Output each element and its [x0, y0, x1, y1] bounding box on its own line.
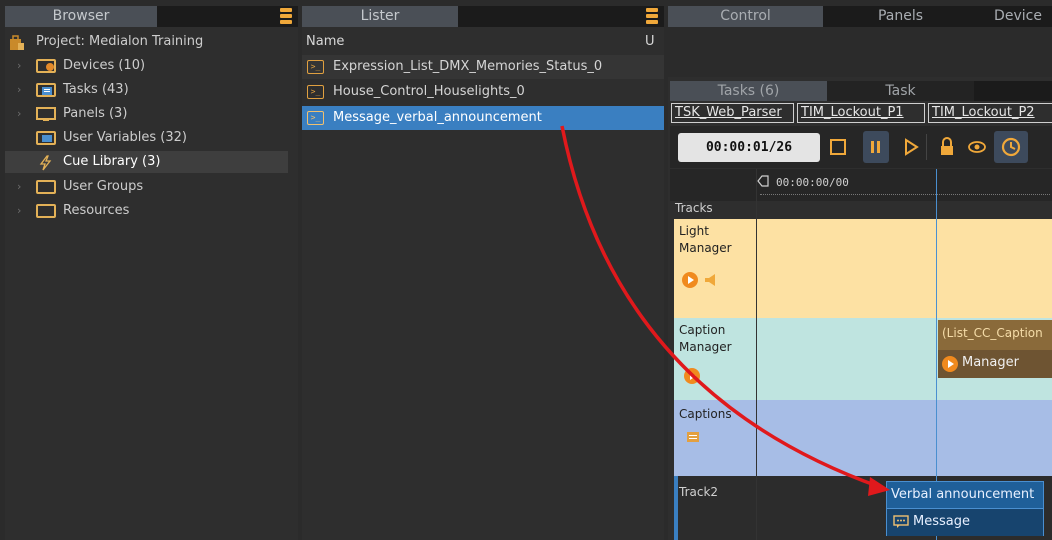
tab-task[interactable]: Task [827, 81, 974, 101]
browser-title: Browser [5, 6, 157, 27]
pause-button[interactable] [863, 131, 889, 163]
task-chip[interactable]: TIM_Lockout_P1 [797, 103, 925, 123]
lightning-icon [38, 155, 58, 171]
lister-title: Lister [302, 6, 458, 27]
browser-header-filler [157, 6, 298, 27]
folder-icon [36, 204, 56, 218]
lister-panel: Lister Name U >_ Expression_List_DMX_Mem… [302, 6, 664, 540]
folder-icon [36, 180, 56, 194]
tree-item-devices[interactable]: › Devices (10) [5, 55, 298, 77]
history-icon[interactable] [994, 131, 1028, 163]
tasks-folder-icon [36, 83, 56, 97]
caption-icon [686, 430, 700, 448]
expression-icon: >_ [307, 111, 324, 125]
track-captions[interactable]: Captions [674, 400, 1052, 476]
cue-verbal-block[interactable]: Verbal announcement Message [886, 481, 1044, 536]
chevron-right-icon[interactable]: › [17, 55, 21, 77]
play-button[interactable] [902, 131, 922, 163]
lister-column-header: Name U [302, 31, 664, 53]
track-light-manager[interactable]: Light Manager [674, 219, 1052, 318]
cue-action-row: Manager [938, 350, 1052, 378]
cue-action-row: Message [887, 508, 1043, 536]
tree-item-user-variables[interactable]: User Variables (32) [5, 127, 298, 149]
expression-icon: >_ [307, 60, 324, 74]
column-name[interactable]: Name [306, 31, 344, 53]
chevron-right-icon[interactable]: › [17, 79, 21, 101]
lock-icon[interactable] [936, 131, 958, 163]
tree-item-panels[interactable]: › Panels (3) [5, 103, 298, 125]
tab-tasks[interactable]: Tasks (6) [670, 81, 827, 101]
lister-header-filler [458, 6, 664, 27]
tracks-label: Tracks [675, 201, 713, 215]
ruler-ticks [760, 194, 1050, 196]
panels-icon [36, 107, 56, 121]
stop-button[interactable] [828, 131, 850, 163]
eye-icon[interactable] [965, 131, 989, 163]
tab-devices[interactable]: Device [978, 6, 1052, 27]
devices-folder-icon [36, 59, 56, 73]
chevron-right-icon[interactable]: › [17, 200, 21, 222]
list-item-selected[interactable]: >_ Message_verbal_announcement [302, 106, 664, 130]
tab-panels[interactable]: Panels [823, 6, 978, 27]
tree-item-tasks[interactable]: › Tasks (43) [5, 79, 298, 101]
tab-control[interactable]: Control [668, 6, 823, 27]
browser-menu-button[interactable] [280, 8, 292, 25]
expression-icon: >_ [307, 85, 324, 99]
tree-item-cue-library[interactable]: Cue Library (3) [5, 151, 288, 173]
tree-item-user-groups[interactable]: › User Groups [5, 176, 298, 198]
project-icon [9, 35, 25, 50]
variables-folder-icon [36, 131, 56, 145]
ruler-time: 00:00:00/00 [776, 176, 849, 189]
chevron-right-icon[interactable]: › [17, 103, 21, 125]
marker-icon [757, 175, 769, 187]
list-item[interactable]: >_ House_Control_Houselights_0 [302, 80, 664, 104]
control-toolbar-area [668, 27, 1052, 77]
message-icon [893, 515, 909, 533]
play-icon[interactable] [682, 272, 698, 288]
list-item[interactable]: >_ Expression_List_DMX_Memories_Status_0 [302, 55, 664, 79]
tree-item-resources[interactable]: › Resources [5, 200, 298, 222]
task-chip[interactable]: TIM_Lockout_P2 [928, 103, 1052, 123]
timeline-ruler[interactable] [670, 169, 1052, 201]
toolbar-divider [926, 134, 927, 160]
play-icon[interactable] [942, 356, 958, 372]
lister-menu-button[interactable] [646, 8, 658, 25]
tab-extra[interactable] [974, 81, 1052, 101]
tree-item-project[interactable]: Project: Medialon Training [5, 31, 298, 53]
column-u[interactable]: U [645, 31, 655, 53]
chevron-right-icon[interactable]: › [17, 176, 21, 198]
browser-panel: Browser Project: Medialon Training › Dev… [5, 6, 298, 540]
track-selection-bar [674, 476, 678, 540]
control-panel: Control Panels Device Tasks (6) Task TSK… [668, 6, 1052, 540]
cue-caption-block[interactable]: (List_CC_Caption Manager [938, 320, 1052, 378]
megaphone-icon [704, 273, 720, 291]
task-chip[interactable]: TSK_Web_Parser [671, 103, 794, 123]
timecode-display[interactable]: 00:00:01/26 [678, 133, 820, 162]
track-header-divider [756, 169, 757, 540]
play-icon[interactable] [684, 368, 700, 384]
